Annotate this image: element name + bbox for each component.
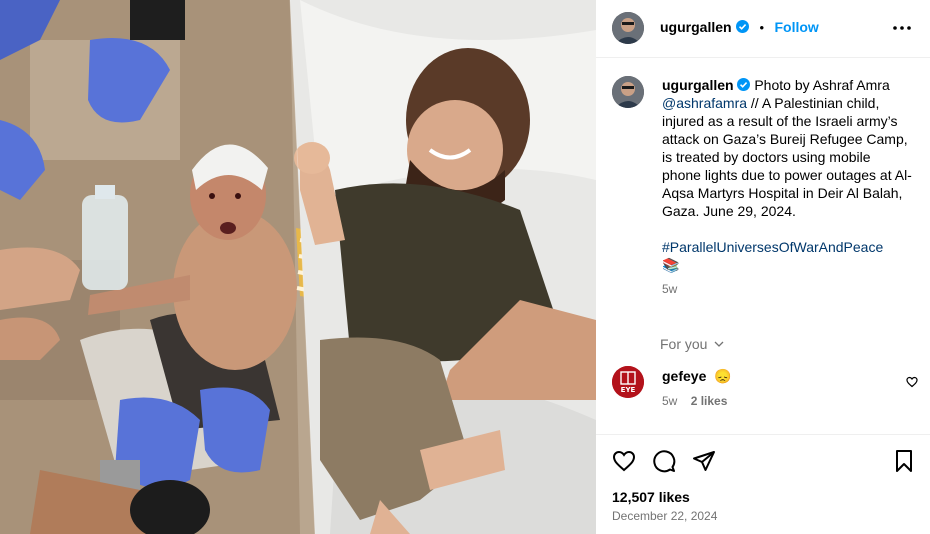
comment-heart-icon[interactable]	[906, 376, 918, 388]
caption-age: 5w	[662, 282, 678, 296]
bookmark-icon[interactable]	[892, 449, 916, 473]
post-panel: ugurgallen • Follow ugurgallen Photo by …	[596, 0, 930, 534]
author-avatar[interactable]	[612, 12, 644, 44]
post-photo[interactable]	[0, 0, 596, 534]
caption-avatar[interactable]	[612, 76, 644, 108]
separator-dot: •	[759, 20, 765, 35]
comment-text: 😞	[714, 368, 732, 384]
header-line: ugurgallen • Follow	[660, 19, 819, 37]
share-icon[interactable]	[692, 449, 716, 473]
post-caption: ugurgallen Photo by Ashraf Amra @ashrafa…	[662, 76, 912, 298]
likes-count[interactable]: 12,507 likes	[612, 489, 690, 505]
comment-username[interactable]: gefeye	[662, 368, 706, 384]
comment-avatar-text: EYE	[621, 386, 636, 394]
verified-icon	[737, 78, 751, 91]
comment-meta: 5w 2 likes	[662, 394, 727, 408]
caption-mention[interactable]: @ashrafamra	[662, 95, 747, 111]
post-image	[0, 0, 596, 534]
chevron-down-icon	[714, 341, 724, 347]
caption-username[interactable]: ugurgallen	[662, 77, 734, 93]
more-icon[interactable]	[892, 18, 912, 38]
comment-age: 5w	[662, 394, 678, 408]
for-you-label: For you	[660, 336, 708, 352]
caption-intro: Photo by Ashraf Amra	[750, 77, 890, 93]
post-date: December 22, 2024	[612, 509, 718, 523]
follow-button[interactable]: Follow	[774, 19, 818, 35]
author-username[interactable]: ugurgallen	[660, 19, 732, 35]
comment-likes[interactable]: 2 likes	[691, 394, 728, 408]
comment-icon[interactable]	[652, 449, 676, 473]
caption-body: // A Palestinian child, injured as a res…	[662, 95, 912, 219]
heart-icon[interactable]	[612, 449, 636, 473]
comment-avatar[interactable]: EYE	[612, 366, 644, 398]
for-you-toggle[interactable]: For you	[660, 336, 725, 352]
caption-emoji: 📚	[662, 257, 680, 273]
caption-hashtag[interactable]: #ParallelUniversesOfWarAndPeace	[662, 238, 912, 256]
post-header: ugurgallen • Follow	[596, 0, 930, 58]
verified-icon	[736, 20, 750, 33]
action-bar: 12,507 likes December 22, 2024	[596, 434, 930, 534]
comment-item: EYE gefeye 😞 5w 2 likes	[612, 366, 922, 416]
comment-line: gefeye 😞	[662, 368, 732, 385]
